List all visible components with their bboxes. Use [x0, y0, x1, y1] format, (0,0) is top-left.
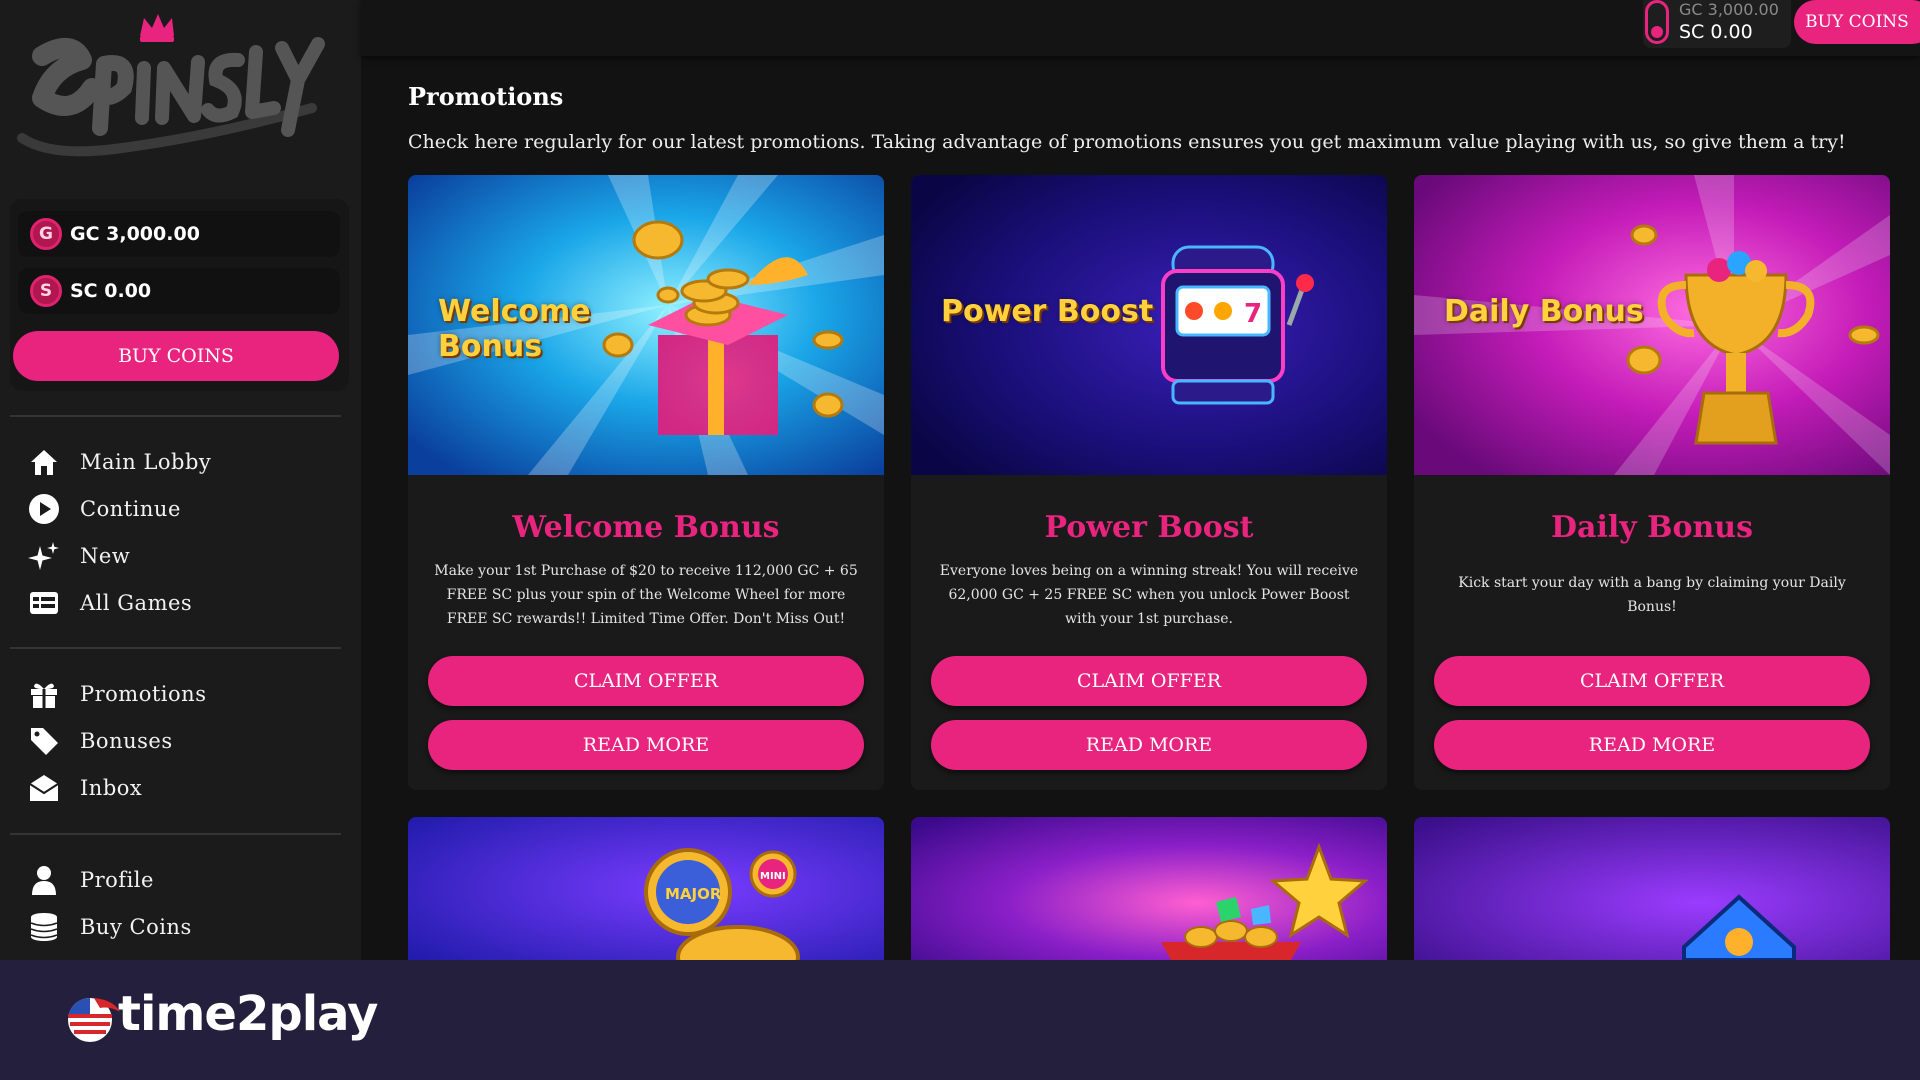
claim-offer-button[interactable]: CLAIM OFFER: [428, 656, 864, 706]
card-description: Kick start your day with a bang by claim…: [1458, 575, 1846, 615]
promo-card-jackpot[interactable]: MAJOR MINI: [408, 817, 884, 960]
gold-coin-icon: G: [30, 218, 62, 250]
sc-balance-value: SC 0.00: [70, 280, 152, 302]
banner-line: Power Boost: [941, 294, 1154, 329]
card-title: Power Boost: [1044, 510, 1254, 545]
card-title: Daily Bonus: [1550, 510, 1753, 545]
claim-offer-button[interactable]: CLAIM OFFER: [1434, 656, 1870, 706]
card-title: Welcome Bonus: [512, 510, 780, 545]
nav-item-buy-coins[interactable]: Buy Coins: [26, 907, 336, 947]
nav-item-all-games[interactable]: All Games: [26, 583, 336, 623]
time2play-flag-icon: [68, 998, 120, 1042]
nav-item-new[interactable]: New: [26, 536, 336, 576]
card-description: Make your 1st Purchase of $20 to receive…: [434, 563, 858, 627]
svg-text:7: 7: [1244, 299, 1262, 329]
time2play-brand[interactable]: time2play: [118, 986, 378, 1042]
nav-label: New: [80, 544, 131, 568]
promo-card-power-boost: 7 Power Boost Power Boost Everyone loves…: [911, 175, 1387, 790]
nav-item-continue[interactable]: Continue: [26, 489, 336, 529]
top-gc-balance: GC 3,000.00: [1679, 0, 1779, 19]
read-more-button[interactable]: READ MORE: [931, 720, 1367, 770]
nav-label: All Games: [80, 591, 193, 615]
sidebar-wallet: G GC 3,000.00 S SC 0.00 BUY COINS: [10, 199, 349, 391]
play-icon: [26, 491, 62, 527]
nav-divider: [10, 833, 341, 835]
sparkles-icon: [26, 538, 62, 574]
major-badge-text: MAJOR: [665, 885, 722, 903]
nav-item-inbox[interactable]: Inbox: [26, 768, 336, 808]
user-icon: [26, 862, 62, 898]
currency-toggle[interactable]: [1645, 0, 1669, 44]
toggle-knob: [1651, 26, 1663, 38]
nav-label: Bonuses: [80, 729, 173, 753]
top-buy-coins-button[interactable]: BUY COINS: [1794, 0, 1920, 44]
banner-text: Power Boost: [941, 294, 1154, 330]
mini-badge-text: MINI: [760, 871, 786, 882]
power-boost-banner[interactable]: 7 Power Boost: [911, 175, 1387, 475]
page-intro: Check here regularly for our latest prom…: [408, 131, 1846, 153]
read-more-button[interactable]: READ MORE: [428, 720, 864, 770]
nav-divider: [10, 415, 341, 417]
gift-icon: [26, 676, 62, 712]
nav-item-promotions[interactable]: Promotions: [26, 674, 336, 714]
coin-stack-icon: [26, 909, 62, 945]
sweeps-coin-icon: S: [30, 275, 62, 307]
page-title: Promotions: [408, 82, 564, 111]
nav-label: Inbox: [80, 776, 143, 800]
nav-label: Main Lobby: [80, 450, 212, 474]
envelope-icon: [26, 770, 62, 806]
spinsly-logo[interactable]: [12, 8, 332, 168]
sidebar-buy-coins-button[interactable]: BUY COINS: [13, 331, 339, 381]
sc-balance: S SC 0.00: [18, 268, 340, 314]
nav-label: Promotions: [80, 682, 207, 706]
grid-table-icon: [26, 585, 62, 621]
promo-card-welcome-bonus: Welcome Bonus Welcome Bonus Make your 1s…: [408, 175, 884, 790]
promo-card-badges[interactable]: [1414, 817, 1890, 960]
tag-icon: [26, 723, 62, 759]
banner-line: Daily Bonus: [1444, 294, 1644, 329]
sidebar: G GC 3,000.00 S SC 0.00 BUY COINS Main L…: [0, 0, 361, 960]
read-more-button[interactable]: READ MORE: [1434, 720, 1870, 770]
gc-balance: G GC 3,000.00: [18, 211, 340, 257]
welcome-bonus-banner[interactable]: Welcome Bonus: [408, 175, 884, 475]
promo-card-streak[interactable]: [911, 817, 1387, 960]
home-icon: [26, 444, 62, 480]
banner-text: Daily Bonus: [1444, 294, 1644, 330]
top-sc-balance: SC 0.00: [1679, 21, 1753, 43]
app-root: G GC 3,000.00 S SC 0.00 BUY COINS Main L…: [0, 0, 1920, 1080]
banner-line: Bonus: [438, 328, 543, 364]
nav-item-profile[interactable]: Profile: [26, 860, 336, 900]
nav-item-main-lobby[interactable]: Main Lobby: [26, 442, 336, 482]
nav-label: Continue: [80, 497, 181, 521]
daily-bonus-banner[interactable]: Daily Bonus: [1414, 175, 1890, 475]
banner-line: Welcome: [438, 294, 591, 329]
banner-text: Welcome Bonus: [438, 294, 591, 364]
nav-label: Profile: [80, 868, 154, 892]
claim-offer-button[interactable]: CLAIM OFFER: [931, 656, 1367, 706]
nav-label: Buy Coins: [80, 915, 192, 939]
promo-card-daily-bonus: Daily Bonus Daily Bonus Kick start your …: [1414, 175, 1890, 790]
card-description: Everyone loves being on a winning streak…: [939, 563, 1359, 627]
nav-item-bonuses[interactable]: Bonuses: [26, 721, 336, 761]
gc-balance-value: GC 3,000.00: [70, 223, 200, 245]
nav-divider: [10, 647, 341, 649]
